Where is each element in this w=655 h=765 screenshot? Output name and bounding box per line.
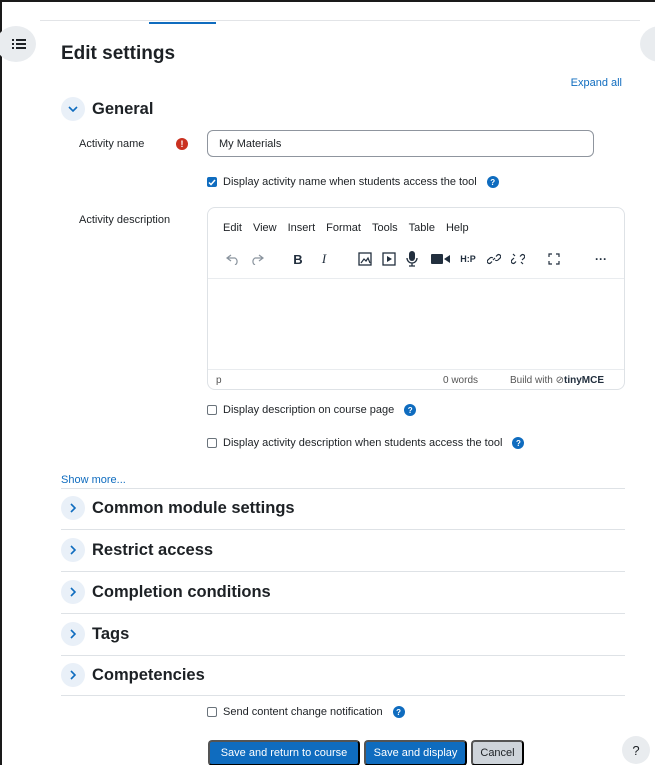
- display-activity-description-checkbox[interactable]: [207, 438, 217, 448]
- more-icon[interactable]: ···: [592, 248, 610, 270]
- activity-name-label: Activity name: [79, 138, 145, 150]
- activity-name-input[interactable]: [207, 130, 594, 157]
- section-title: Restrict access: [92, 540, 214, 559]
- activity-description-label: Activity description: [79, 214, 171, 226]
- display-name-checkbox[interactable]: [207, 177, 217, 187]
- menu-table[interactable]: Table: [409, 222, 435, 234]
- section-title: General: [92, 99, 154, 118]
- divider: [61, 613, 625, 614]
- help-icon[interactable]: ?: [392, 706, 405, 718]
- menu-help[interactable]: Help: [446, 222, 469, 234]
- section-title: Common module settings: [92, 498, 295, 517]
- video-camera-icon[interactable]: [430, 248, 452, 270]
- display-description-option: Display description on course page ?: [207, 404, 417, 416]
- menu-format[interactable]: Format: [326, 222, 361, 234]
- help-icon[interactable]: ?: [512, 437, 525, 449]
- tinymce-logo-icon: ⊘: [555, 375, 564, 386]
- chevron-right-icon: [61, 496, 85, 520]
- tinymce-branding[interactable]: Build with ⊘tinyMCE: [510, 375, 604, 386]
- display-description-label: Display description on course page: [223, 404, 395, 416]
- section-common-module-settings-header[interactable]: Common module settings: [61, 496, 295, 520]
- h5p-icon[interactable]: H:P: [458, 248, 478, 270]
- editor-menubar: Edit View Insert Format Tools Table Help: [223, 222, 469, 234]
- chevron-down-icon: [61, 97, 85, 121]
- help-icon[interactable]: ?: [486, 176, 499, 188]
- show-more-link[interactable]: Show more...: [61, 474, 126, 486]
- link-icon[interactable]: [486, 248, 502, 270]
- display-activity-description-label: Display activity description when studen…: [223, 437, 503, 449]
- bold-icon[interactable]: B: [290, 248, 306, 270]
- description-editor: Edit View Insert Format Tools Table Help…: [207, 207, 625, 390]
- divider: [61, 529, 625, 530]
- redo-icon[interactable]: [248, 248, 266, 270]
- italic-icon[interactable]: I: [316, 248, 332, 270]
- send-notification-option: Send content change notification ?: [207, 706, 405, 718]
- editor-content-area[interactable]: [208, 278, 624, 371]
- list-icon: [12, 39, 26, 49]
- menu-insert[interactable]: Insert: [288, 222, 316, 234]
- help-icon[interactable]: ?: [404, 404, 417, 416]
- divider: [61, 695, 625, 696]
- divider: [61, 655, 625, 656]
- element-path[interactable]: p: [216, 375, 222, 386]
- divider: [61, 488, 625, 489]
- section-title: Tags: [92, 624, 130, 643]
- display-activity-description-option: Display activity description when studen…: [207, 437, 525, 449]
- menu-view[interactable]: View: [253, 222, 277, 234]
- section-title: Completion conditions: [92, 582, 271, 601]
- section-general-header[interactable]: General: [61, 97, 153, 121]
- section-completion-conditions-header[interactable]: Completion conditions: [61, 580, 271, 604]
- unlink-icon[interactable]: [510, 248, 526, 270]
- section-title: Competencies: [92, 665, 205, 684]
- page-title: Edit settings: [61, 43, 176, 64]
- media-icon[interactable]: [380, 248, 398, 270]
- display-description-checkbox[interactable]: [207, 405, 217, 415]
- required-icon: !: [176, 138, 188, 150]
- editor-toolbar: B I H:P ···: [224, 248, 614, 270]
- chevron-right-icon: [61, 622, 85, 646]
- send-notification-checkbox[interactable]: [207, 707, 217, 717]
- check-icon: [208, 179, 216, 186]
- menu-tools[interactable]: Tools: [372, 222, 398, 234]
- section-competencies-header[interactable]: Competencies: [61, 663, 205, 687]
- undo-icon[interactable]: [224, 248, 242, 270]
- image-icon[interactable]: [356, 248, 374, 270]
- cancel-button[interactable]: Cancel: [471, 740, 524, 765]
- display-name-label: Display activity name when students acce…: [223, 176, 477, 188]
- microphone-icon[interactable]: [404, 248, 420, 270]
- header-rule: [40, 20, 640, 21]
- section-restrict-access-header[interactable]: Restrict access: [61, 538, 213, 562]
- editor-statusbar: p 0 words Build with ⊘tinyMCE: [208, 369, 624, 389]
- chevron-right-icon: [61, 580, 85, 604]
- expand-all-link[interactable]: Expand all: [571, 77, 622, 89]
- word-count[interactable]: 0 words: [443, 375, 478, 386]
- save-and-display-button[interactable]: Save and display: [364, 740, 467, 765]
- active-tab-indicator: [149, 22, 216, 24]
- divider: [61, 571, 625, 572]
- fullscreen-icon[interactable]: [546, 248, 562, 270]
- send-notification-label: Send content change notification: [223, 706, 383, 718]
- menu-edit[interactable]: Edit: [223, 222, 242, 234]
- help-button[interactable]: ?: [622, 736, 650, 764]
- section-tags-header[interactable]: Tags: [61, 622, 129, 646]
- save-and-return-button[interactable]: Save and return to course: [208, 740, 360, 765]
- display-name-option: Display activity name when students acce…: [207, 176, 499, 188]
- chevron-right-icon: [61, 538, 85, 562]
- chevron-right-icon: [61, 663, 85, 687]
